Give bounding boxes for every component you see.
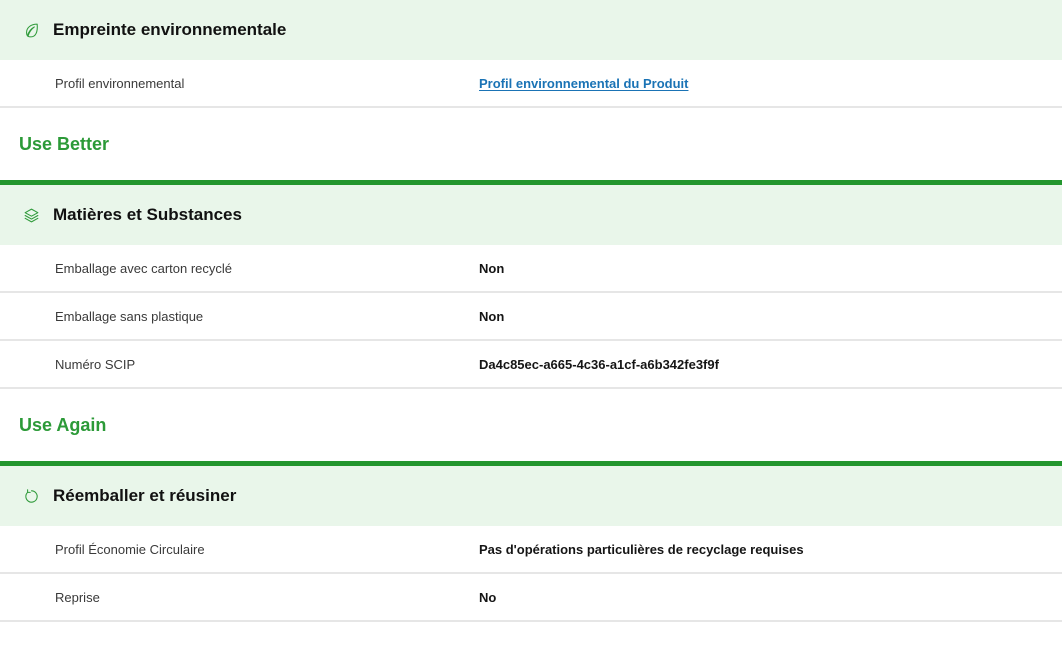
table-row: Reprise No [0,574,1062,622]
section-title: Empreinte environnementale [53,20,287,39]
product-sustainability-page: Empreinte environnementale Profil enviro… [0,0,1062,622]
section-title: Réemballer et réusiner [53,486,237,505]
row-value: Non [479,308,505,324]
section-header-materials-substances: Matières et Substances [0,185,1062,245]
environmental-profile-link[interactable]: Profil environnemental du Produit [479,76,688,91]
layers-icon [22,206,40,224]
table-row: Emballage avec carton recyclé Non [0,245,1062,293]
group-title-use-again: Use Again [19,414,107,435]
section-title: Matières et Substances [53,205,242,224]
row-label: Profil environnemental [55,75,185,91]
row-label: Reprise [55,589,100,605]
table-row: Numéro SCIP Da4c85ec-a665-4c36-a1cf-a6b3… [0,341,1062,389]
row-label: Profil Économie Circulaire [55,541,205,557]
row-value: No [479,589,497,605]
row-value: Pas d'opérations particulières de recycl… [479,541,804,557]
table-row: Emballage sans plastique Non [0,293,1062,341]
row-label: Emballage avec carton recyclé [55,260,233,276]
row-label: Numéro SCIP [55,356,136,372]
table-row: Profil Économie Circulaire Pas d'opérati… [0,526,1062,574]
leaf-icon [22,21,40,39]
row-label: Emballage sans plastique [55,308,204,324]
group-title-use-better: Use Better [19,133,110,154]
row-value: Profil environnemental du Produit [479,76,688,91]
refresh-icon [22,487,40,505]
table-row: Profil environnemental Profil environnem… [0,60,1062,108]
row-value: Non [479,260,505,276]
row-value: Da4c85ec-a665-4c36-a1cf-a6b342fe3f9f [479,356,719,372]
section-header-repack-remanufacture: Réemballer et réusiner [0,466,1062,526]
section-header-environmental-footprint: Empreinte environnementale [0,0,1062,60]
